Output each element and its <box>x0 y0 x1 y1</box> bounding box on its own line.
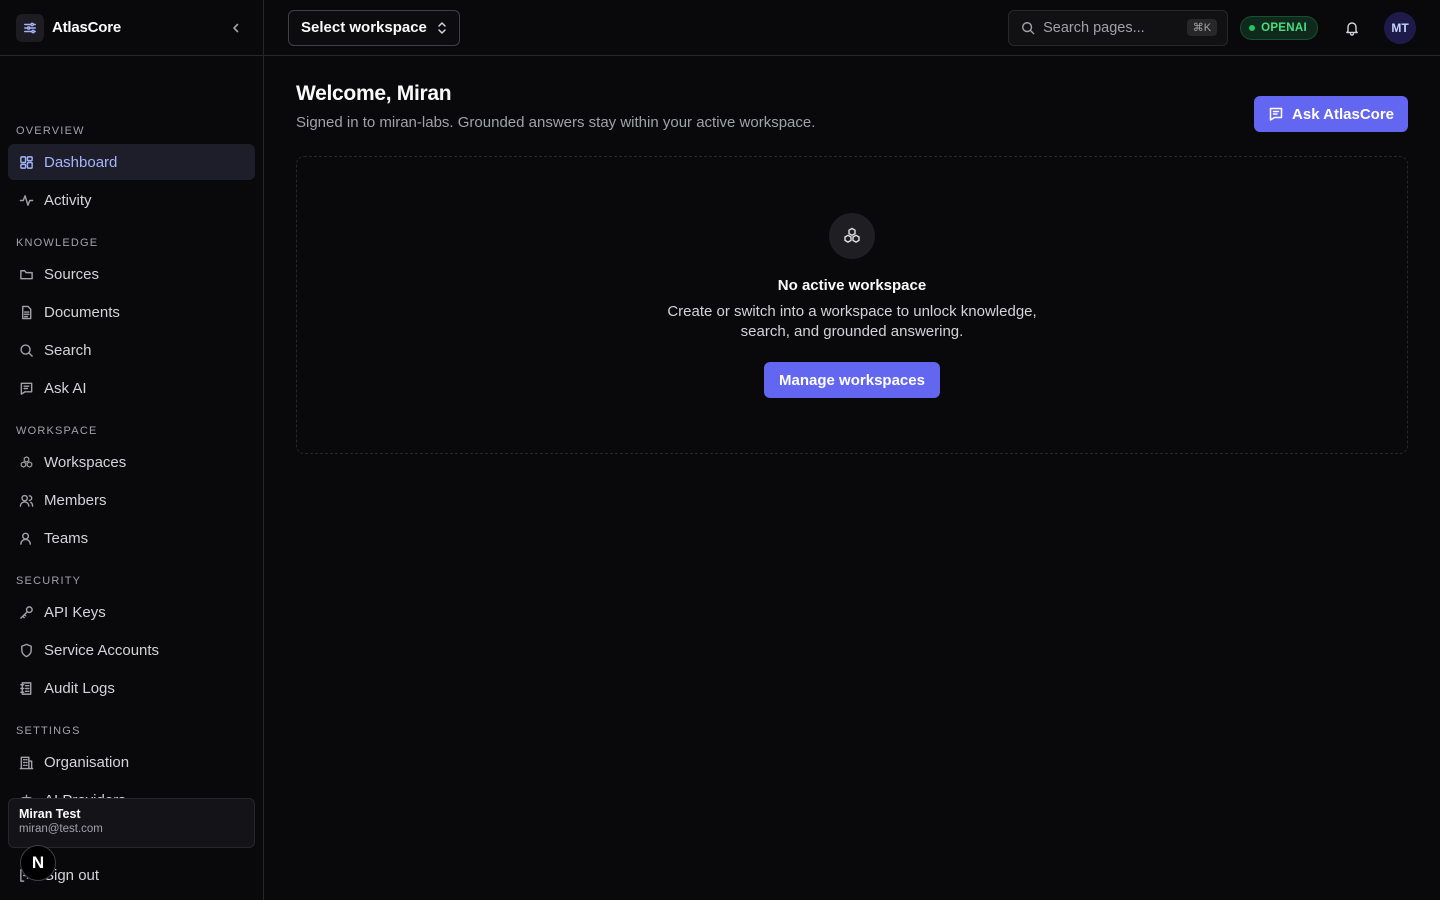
empty-state: No active workspace Create or switch int… <box>296 156 1408 454</box>
empty-state-title: No active workspace <box>777 277 927 294</box>
sidebar-item-service-accounts[interactable]: Service Accounts <box>8 632 255 668</box>
sidebar-item-label: API Keys <box>44 603 106 621</box>
bell-icon <box>1346 21 1358 36</box>
logo-icon <box>16 13 44 42</box>
key-icon <box>18 604 34 620</box>
provider-badge: OPENAI <box>1240 15 1318 40</box>
nav-section-label: SETTINGS <box>16 725 81 737</box>
sidebar-item-documents[interactable]: Documents <box>8 294 255 330</box>
page-subtitle: Signed in to miran-labs. Grounded answer… <box>296 114 816 131</box>
workspaces-icon <box>829 213 875 259</box>
sidebar-item-api-keys[interactable]: API Keys <box>8 594 255 630</box>
sidebar-item-organisation[interactable]: Organisation <box>8 744 255 780</box>
dashboard-icon <box>18 154 34 170</box>
workspaces-icon <box>18 454 34 470</box>
sidebar-item-label: Audit Logs <box>44 679 115 697</box>
nav-section-label: OVERVIEW <box>16 125 85 137</box>
sidebar-item-workspaces[interactable]: Workspaces <box>8 444 255 480</box>
sidebar-item-label: Sources <box>44 265 100 283</box>
user-email: miran@test.com <box>19 823 103 835</box>
search-shortcut: ⌘K <box>1186 19 1218 36</box>
sidebar-item-label: Search <box>44 341 92 359</box>
user-card[interactable]: Miran Test miran@test.com <box>8 798 255 848</box>
search-placeholder: Search pages... <box>1043 19 1145 36</box>
sidebar-item-label: Members <box>44 491 107 509</box>
nav-section-label: KNOWLEDGE <box>16 237 99 249</box>
message-icon <box>18 380 34 396</box>
nav-section-label: WORKSPACE <box>16 425 98 437</box>
shield-icon <box>18 642 34 658</box>
sidebar-item-label: Teams <box>44 529 89 547</box>
logs-icon <box>18 680 34 696</box>
sidebar-item-label: Documents <box>44 303 120 321</box>
workspace-select[interactable]: Select workspace <box>288 9 460 46</box>
sidebar: AtlasCore OVERVIEW Dashboard Activity KN… <box>0 0 264 900</box>
ask-button-label: Ask AtlasCore <box>1292 105 1394 123</box>
app-root: AtlasCore OVERVIEW Dashboard Activity KN… <box>0 0 1440 900</box>
sidebar-item-label: Service Accounts <box>44 641 160 659</box>
ask-atlascore-button[interactable]: Ask AtlasCore <box>1254 96 1408 132</box>
sidebar-item-teams[interactable]: Teams <box>8 520 255 556</box>
document-icon <box>18 304 34 320</box>
sidebar-item-search[interactable]: Search <box>8 332 255 368</box>
provider-label: OPENAI <box>1261 21 1307 34</box>
sidebar-item-audit-logs[interactable]: Audit Logs <box>8 670 255 706</box>
top-bar: Select workspace Search pages... ⌘K OPEN… <box>264 0 1440 56</box>
team-icon <box>18 530 34 546</box>
search-icon <box>18 342 34 358</box>
sidebar-item-dashboard[interactable]: Dashboard <box>8 144 255 180</box>
message-icon <box>1268 106 1284 122</box>
search-icon <box>1021 21 1035 35</box>
search-input[interactable]: Search pages... ⌘K <box>1008 9 1229 46</box>
folder-icon <box>18 266 34 282</box>
sidebar-item-ask-ai[interactable]: Ask AI <box>8 370 255 406</box>
sidebar-item-label: Workspaces <box>44 453 127 471</box>
page-title: Welcome, Miran <box>296 82 452 105</box>
sidebar-item-label: Organisation <box>44 753 130 771</box>
sidebar-nav: OVERVIEW Dashboard Activity KNOWLEDGE So… <box>0 122 263 856</box>
sidebar-item-label: Dashboard <box>44 153 118 171</box>
status-dot-icon <box>1249 24 1256 31</box>
building-icon <box>18 754 34 770</box>
notifications-button[interactable] <box>1340 16 1364 40</box>
n-badge[interactable]: N <box>20 845 56 881</box>
brand-header: AtlasCore <box>0 0 263 56</box>
user-icon <box>18 492 34 508</box>
sidebar-item-activity[interactable]: Activity <box>8 182 255 218</box>
avatar[interactable]: MT <box>1384 11 1416 44</box>
chevron-up-down-icon <box>437 21 447 35</box>
collapse-sidebar-button[interactable] <box>225 17 247 39</box>
sidebar-item-members[interactable]: Members <box>8 482 255 518</box>
nav-section-label: SECURITY <box>16 575 82 587</box>
sidebar-item-label: Ask AI <box>44 379 87 397</box>
empty-state-description: Create or switch into a workspace to unl… <box>667 303 1037 340</box>
chevron-left-icon <box>233 23 239 32</box>
brand-name: AtlasCore <box>52 19 122 36</box>
sidebar-item-label: Activity <box>44 191 92 209</box>
activity-icon <box>18 192 34 208</box>
manage-workspaces-button[interactable]: Manage workspaces <box>764 362 940 398</box>
workspace-select-label: Select workspace <box>301 19 427 36</box>
sidebar-item-sources[interactable]: Sources <box>8 256 255 292</box>
user-name: Miran Test <box>19 807 81 821</box>
